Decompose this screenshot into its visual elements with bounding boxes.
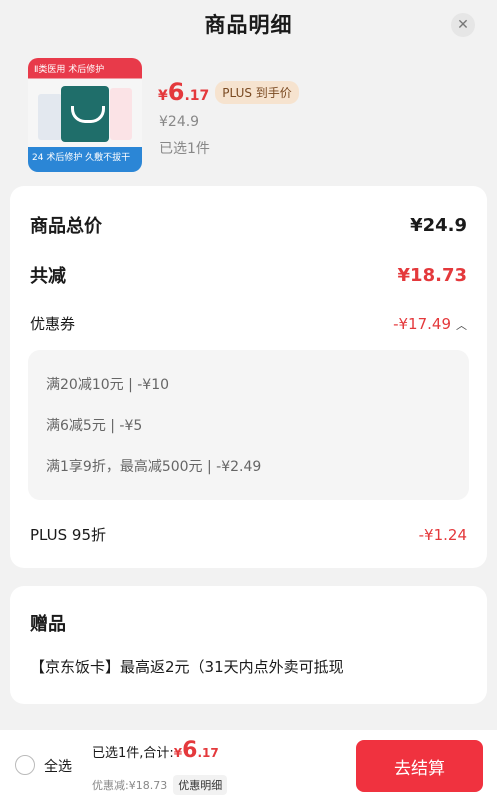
product-thumbnail[interactable]: Ⅱ类医用 术后修护 24 术后修护 久敷不拔干: [28, 58, 142, 172]
page-header: 商品明细 ✕: [0, 0, 497, 48]
total-reduce-value: ¥18.73: [397, 264, 467, 286]
total-line: 已选1件,合计: ¥6.17: [92, 738, 219, 763]
price-integer: 6: [167, 78, 185, 106]
discount-text: 优惠减:¥18.73: [92, 779, 168, 792]
total-reduce-row: 共减 ¥18.73: [30, 262, 467, 288]
gift-card: 赠品 【京东饭卡】最高返2元（31天内点外卖可抵现: [10, 586, 487, 704]
discount-detail-button[interactable]: 优惠明细: [173, 775, 228, 795]
plus-price-tag: PLUS 到手价: [215, 80, 299, 104]
plus-discount-row: PLUS 95折 -¥1.24: [30, 524, 467, 545]
coupon-value: -¥17.49: [393, 314, 451, 333]
gift-text[interactable]: 【京东饭卡】最高返2元（31天内点外卖可抵现: [30, 656, 344, 677]
original-price: ¥24.9: [159, 114, 200, 130]
coupon-item: 满1享9折，最高减500元 | -¥2.49: [46, 459, 262, 475]
thumbnail-package-right: [110, 88, 132, 140]
total-reduce-label: 共减: [30, 266, 66, 287]
coupon-label: 优惠券: [30, 315, 76, 333]
coupon-row[interactable]: 优惠券 -¥17.49 ︿: [30, 313, 467, 334]
total-price-label: 商品总价: [30, 216, 102, 237]
select-all-label[interactable]: 全选: [44, 756, 72, 776]
plus-discount-value: -¥1.24: [418, 525, 467, 544]
product-row: Ⅱ类医用 术后修护 24 术后修护 久敷不拔干 ¥6.17 PLUS 到手价 ¥…: [28, 58, 468, 176]
thumbnail-package-left: [38, 94, 62, 140]
checkout-bar: 全选 已选1件,合计: ¥6.17 优惠减:¥18.73 优惠明细 去结算: [0, 730, 497, 800]
total-label: 已选1件,合计:: [92, 746, 174, 761]
total-price-integer: 6: [182, 738, 198, 763]
select-all-radio[interactable]: [15, 755, 35, 775]
product-price-line: ¥6.17 PLUS 到手价: [158, 78, 299, 106]
price-currency: ¥: [158, 88, 168, 104]
plus-discount-label: PLUS 95折: [30, 526, 107, 544]
total-price-decimal: .17: [197, 746, 219, 760]
total-price: ¥6.17: [174, 738, 219, 763]
coupon-item: 满6减5元 | -¥5: [46, 418, 143, 434]
gift-title: 赠品: [30, 614, 66, 635]
coupon-value-wrap: -¥17.49 ︿: [393, 315, 467, 333]
price-summary-card: 商品总价 ¥24.9 共减 ¥18.73 优惠券 -¥17.49 ︿ 满20减10…: [10, 186, 487, 568]
thumbnail-package-main: [61, 86, 109, 142]
total-price-currency: ¥: [173, 746, 183, 760]
total-price-value: ¥24.9: [410, 214, 467, 236]
selected-count: 已选1件: [159, 141, 210, 157]
price-decimal: .17: [184, 88, 210, 104]
coupon-detail-box: 满20减10元 | -¥10 满6减5元 | -¥5 满1享9折，最高减500元…: [28, 350, 469, 500]
thumbnail-top-text: Ⅱ类医用 术后修护: [34, 65, 105, 75]
close-icon[interactable]: ✕: [451, 13, 475, 37]
checkout-button[interactable]: 去结算: [356, 740, 483, 792]
page-title: 商品明细: [204, 13, 293, 37]
coupon-item: 满20减10元 | -¥10: [46, 377, 170, 393]
total-price-row: 商品总价 ¥24.9: [30, 212, 467, 238]
thumbnail-bottom-text: 24 术后修护 久敷不拔干: [32, 153, 131, 163]
product-price: ¥6.17: [158, 78, 209, 106]
discount-line: 优惠减:¥18.73 优惠明细: [92, 775, 228, 795]
chevron-up-icon[interactable]: ︿: [456, 317, 467, 333]
